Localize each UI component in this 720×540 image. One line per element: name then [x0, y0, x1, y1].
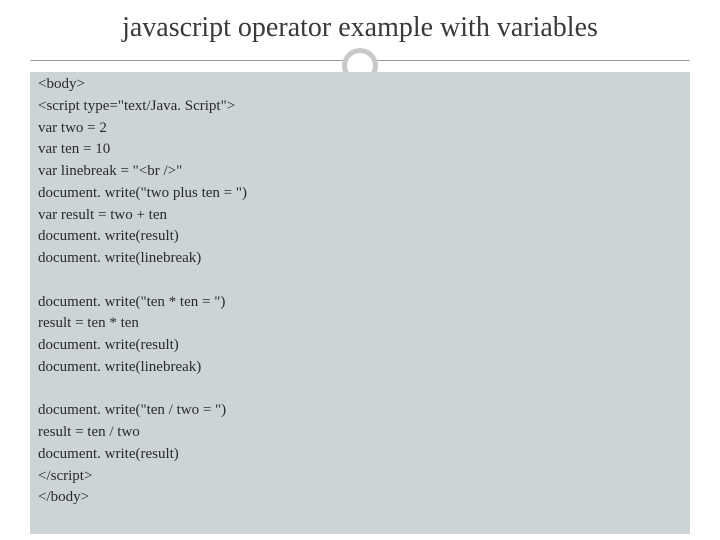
- code-line: document. write("ten / two = "): [38, 400, 682, 422]
- code-line: var linebreak = "<br />": [38, 161, 682, 183]
- code-line: result = ten * ten: [38, 313, 682, 335]
- code-block: <body> <script type="text/Java. Script">…: [30, 72, 690, 534]
- blank-line: [38, 270, 682, 292]
- code-line: var ten = 10: [38, 139, 682, 161]
- code-line: var two = 2: [38, 118, 682, 140]
- code-line: result = ten / two: [38, 422, 682, 444]
- code-line: document. write(linebreak): [38, 357, 682, 379]
- code-line: <script type="text/Java. Script">: [38, 96, 682, 118]
- code-line: document. write("two plus ten = "): [38, 183, 682, 205]
- code-line: document. write(result): [38, 444, 682, 466]
- code-line: var result = two + ten: [38, 205, 682, 227]
- slide-title: javascript operator example with variabl…: [0, 12, 720, 44]
- code-line: </body>: [38, 487, 682, 509]
- blank-line: [38, 379, 682, 401]
- code-line: document. write(result): [38, 226, 682, 248]
- code-line: document. write("ten * ten = "): [38, 292, 682, 314]
- code-line: <body>: [38, 74, 682, 96]
- slide: javascript operator example with variabl…: [0, 0, 720, 540]
- code-line: document. write(result): [38, 335, 682, 357]
- code-line: </script>: [38, 466, 682, 488]
- code-line: document. write(linebreak): [38, 248, 682, 270]
